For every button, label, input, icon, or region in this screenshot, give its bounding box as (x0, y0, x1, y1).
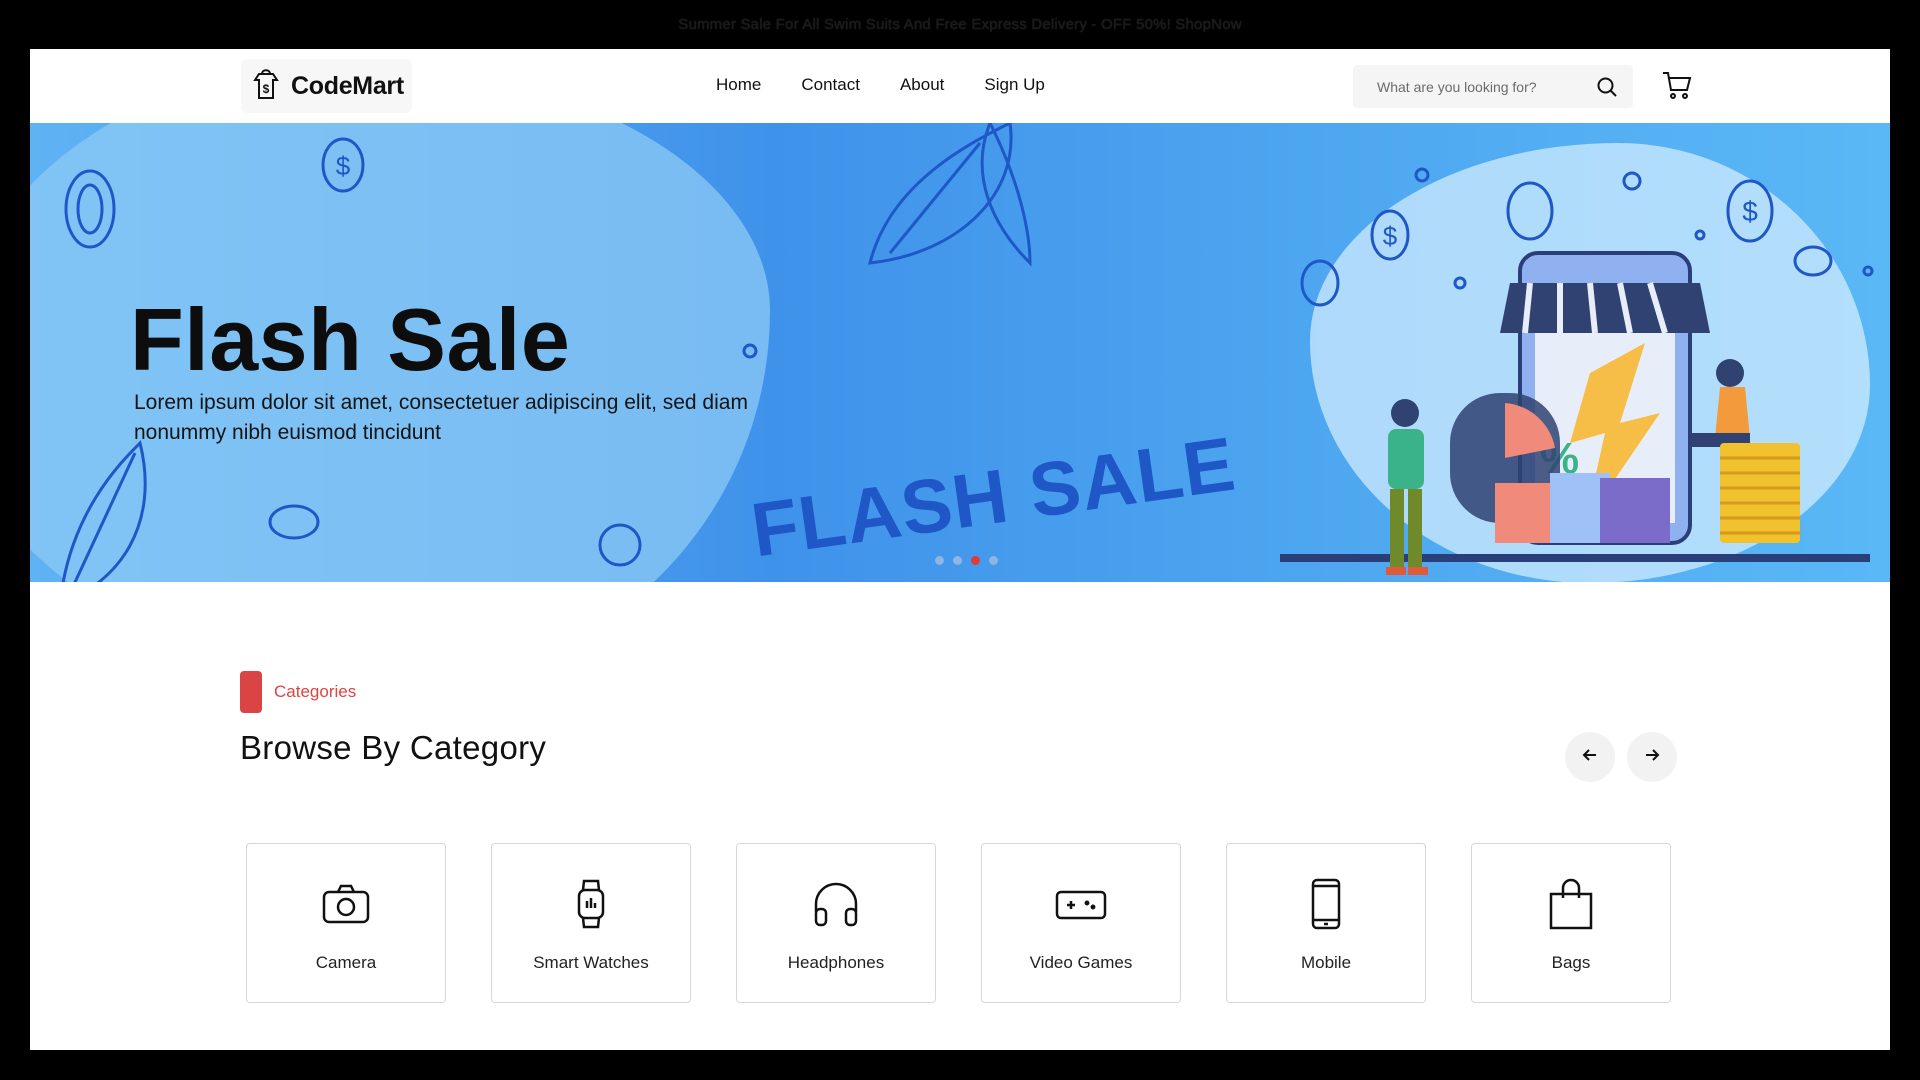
svg-text:$: $ (1383, 221, 1398, 251)
carousel-dot-active[interactable] (971, 556, 980, 565)
brand-logo[interactable]: $ CodeMart (241, 59, 412, 113)
headphones-icon (808, 876, 864, 937)
category-card-video-games[interactable]: Video Games (981, 843, 1181, 1003)
svg-text:$: $ (1742, 196, 1758, 227)
category-label: Headphones (787, 953, 885, 972)
gamepad-icon (1053, 876, 1109, 937)
arrow-right-icon (1642, 745, 1662, 770)
section-title: Browse By Category (240, 729, 547, 766)
hero-headline: Flash Sale (130, 290, 571, 389)
section-tag-label: Categories (274, 682, 357, 701)
svg-text:$: $ (336, 151, 351, 181)
category-label: Smart Watches (533, 953, 649, 972)
bag-icon (1543, 876, 1599, 937)
category-list: Camera Smart Watches Headphones Video Ga… (246, 843, 1671, 1003)
next-arrow-button[interactable] (1627, 732, 1677, 782)
hero-subtext: Lorem ipsum dolor sit amet, consectetuer… (134, 391, 748, 444)
carousel-dot[interactable] (989, 556, 998, 565)
nav-contact[interactable]: Contact (801, 75, 860, 95)
hero-banner[interactable]: $ $ $ Flash Sale Lorem ipsum dolor sit a… (30, 123, 1890, 582)
phone-icon (1298, 876, 1354, 937)
nav-home[interactable]: Home (716, 75, 761, 95)
site-header: $ CodeMart Home Contact About Sign Up (30, 49, 1890, 123)
category-card-camera[interactable]: Camera (246, 843, 446, 1003)
page: $ CodeMart Home Contact About Sign Up Wh… (30, 49, 1890, 1050)
person-illustration (1386, 399, 1428, 575)
search-box (1353, 65, 1633, 108)
nav-sign-up[interactable]: Sign Up (984, 75, 1044, 95)
category-card-smart-watches[interactable]: Smart Watches (491, 843, 691, 1003)
category-label: Bags (1551, 953, 1591, 972)
category-label: Video Games (1029, 953, 1133, 972)
brand-name: CodeMart (291, 71, 404, 100)
cart-icon[interactable] (1661, 69, 1693, 106)
top-announcement-bar: Summer Sale For All Swim Suits And Free … (0, 0, 1920, 49)
category-card-bags[interactable]: Bags (1471, 843, 1671, 1003)
carousel-dot[interactable] (953, 556, 962, 565)
search-icon[interactable] (1595, 75, 1619, 104)
carousel-dots (935, 556, 998, 565)
category-label: Camera (315, 953, 377, 972)
prev-arrow-button[interactable] (1565, 732, 1615, 782)
camera-icon (318, 876, 374, 937)
carousel-dot[interactable] (935, 556, 944, 565)
announcement-text: Summer Sale For All Swim Suits And Free … (678, 16, 1242, 33)
person-coins-illustration (1690, 359, 1800, 543)
shop-bag-dollar-icon: $ (249, 66, 283, 107)
category-label: Mobile (1300, 953, 1352, 972)
search-input[interactable] (1377, 77, 1587, 97)
nav-about[interactable]: About (900, 75, 944, 95)
smartwatch-icon (563, 876, 619, 937)
main-nav: Home Contact About Sign Up (716, 75, 1045, 95)
category-card-headphones[interactable]: Headphones (736, 843, 936, 1003)
svg-text:$: $ (263, 82, 270, 96)
device-frame: Summer Sale For All Swim Suits And Free … (0, 0, 1920, 1080)
section-tag: Categories (240, 671, 356, 713)
arrow-left-icon (1580, 745, 1600, 770)
category-card-mobile[interactable]: Mobile (1226, 843, 1426, 1003)
section-tag-bar (240, 671, 262, 713)
